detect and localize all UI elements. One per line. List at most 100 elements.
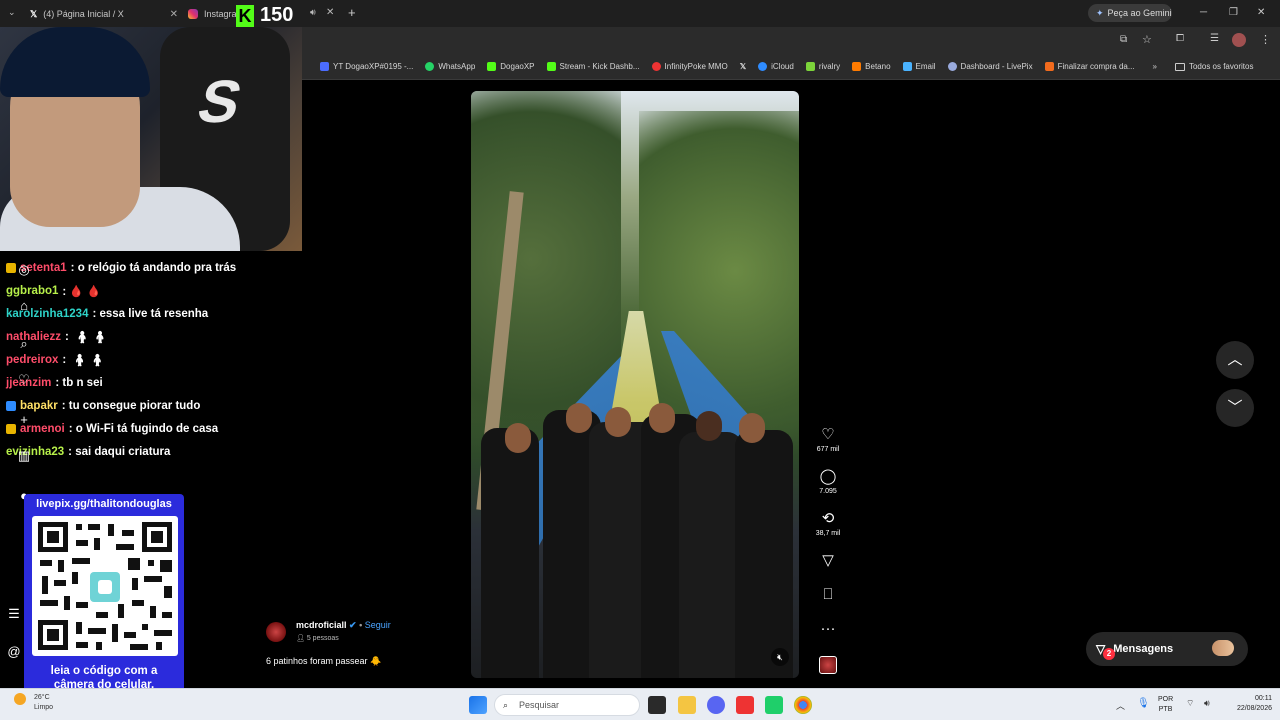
tray-chevron-icon[interactable]: ︿ (1116, 699, 1125, 712)
bookmark-kick-dashboard[interactable]: Stream - Kick Dashb... (546, 62, 640, 71)
file-explorer-icon[interactable] (678, 696, 696, 714)
bookmark-favicon-icon (320, 62, 329, 71)
chrome-icon[interactable] (794, 696, 812, 714)
bookmark-icon: ⎕ (823, 586, 833, 603)
author-avatar[interactable] (266, 622, 286, 642)
qr-caption-line: leia o código com a (50, 665, 158, 677)
viewer-counter: K 150 (236, 4, 293, 27)
audio-thumbnail[interactable] (810, 656, 846, 674)
qr-url: livepix.gg/thalitondouglas (36, 498, 172, 510)
folder-icon (1174, 62, 1185, 71)
audio-cover-icon (819, 656, 837, 674)
share-button[interactable]: ▽ (810, 552, 846, 570)
save-button[interactable]: ⎕ (810, 586, 846, 604)
windows-start-icon[interactable] (469, 696, 487, 714)
plus-icon[interactable]: + (14, 412, 34, 432)
search-placeholder: Pesquisar (519, 700, 560, 710)
threads-icon[interactable]: @ (4, 644, 24, 664)
comment-icon: ◯ (819, 468, 837, 485)
comment-button[interactable]: ◯ 7.095 (810, 468, 846, 495)
discord-icon[interactable] (707, 696, 725, 714)
browser-tab-bar: ⌄ 𝕏 (4) Página Inicial / X ✕ Instagram 🔊… (0, 0, 1280, 27)
bookmark-whatsapp[interactable]: WhatsApp (425, 62, 475, 71)
repost-button[interactable]: ⟲ 38,7 mil (810, 510, 846, 537)
bookmark-yt-dogaoxp[interactable]: YT DogaoXP#0195 -... (320, 62, 413, 71)
bookmark-infinitypoke[interactable]: InfinityPoke MMO (651, 62, 728, 71)
tab-x-label: (4) Página Inicial / X (43, 9, 124, 19)
stats-icon[interactable]: ▥ (14, 448, 34, 468)
bookmark-betano[interactable]: Betano (852, 62, 891, 71)
bookmark-finalizar-compra[interactable]: Finalizar compra da... (1044, 62, 1135, 71)
maximize-icon[interactable]: ❐ (1229, 7, 1238, 18)
new-tab-icon[interactable]: + (348, 5, 356, 20)
audience-line: 👤︎ 5 pessoas (296, 634, 339, 642)
like-button[interactable]: ♡ 677 mil (810, 426, 846, 453)
author-name[interactable]: mcdroficiall (296, 620, 347, 630)
repost-icon: ⟲ (821, 510, 835, 527)
extensions-icon[interactable]: ⧠ (1176, 33, 1184, 44)
clock[interactable]: 00:11 22/08/2026 (1237, 694, 1272, 714)
tab-x[interactable]: 𝕏 (4) Página Inicial / X ✕ (30, 3, 178, 25)
speaker-icon[interactable]: 🔊︎ (310, 7, 316, 18)
search-icon[interactable]: ⌕ (14, 336, 34, 356)
follow-button[interactable]: Seguir (365, 620, 391, 630)
bookmark-dogaoxp[interactable]: DogaoXP (487, 62, 535, 71)
like-count: 677 mil (816, 446, 840, 453)
app-icon[interactable] (765, 696, 783, 714)
windows-taskbar: 26°C Limpo ⌕ Pesquisar ︿ 🎙︎ POR PTB ⌔ 🔊︎… (0, 688, 1280, 720)
tab-search-chevron-icon[interactable]: ⌄ (8, 7, 16, 18)
more-bookmarks-chevron-icon[interactable]: » (1153, 62, 1157, 71)
pokeball-icon (651, 62, 661, 71)
weather-sun-icon (14, 693, 26, 705)
chat-message: nathaliezz : 🧍︎ 🧍︎ (0, 325, 300, 348)
recorder-icon[interactable] (736, 696, 754, 714)
reel-video[interactable]: 🔇︎ (471, 91, 799, 678)
instagram-logo-icon[interactable]: ◎ (14, 262, 34, 282)
chat-text: : o Wi-Fi tá fugindo de casa (68, 422, 219, 435)
language-indicator[interactable]: POR PTB (1158, 695, 1173, 715)
close-window-icon[interactable]: ✕ (1257, 7, 1265, 18)
previous-reel-button[interactable]: ︿ (1216, 341, 1254, 379)
minimize-icon[interactable]: ─ (1200, 7, 1207, 18)
chevron-up-icon: ︿ (1227, 351, 1243, 368)
close-tab-icon[interactable]: ✕ (326, 7, 334, 18)
video-person (605, 407, 631, 437)
star-icon[interactable]: ☆ (1142, 33, 1152, 46)
weather-widget[interactable]: 26°C Limpo (14, 693, 74, 713)
bookmark-x[interactable]: 𝕏 (740, 62, 746, 71)
heart-icon[interactable]: ♡ (14, 372, 34, 392)
bookmark-livepix[interactable]: Dashboard - LivePix (947, 62, 1033, 71)
all-favorites-folder[interactable]: Todos os favoritos (1174, 62, 1253, 71)
bookmarks-bar: YT DogaoXP#0195 -... WhatsApp DogaoXP St… (302, 54, 1280, 80)
more-options-button[interactable]: ··· (810, 620, 846, 638)
mute-toggle-icon[interactable]: 🔇︎ (771, 648, 789, 666)
chat-message: pedreirox : 🧍︎ 🧍︎ (0, 348, 300, 371)
audience-label: 5 pessoas (306, 635, 339, 642)
bookmark-email[interactable]: Email (902, 62, 936, 71)
volume-icon[interactable]: 🔊︎ (1204, 698, 1210, 709)
weather-desc: Limpo (34, 704, 54, 711)
messages-button[interactable]: ▽ 2 Mensagens (1086, 632, 1248, 666)
gemini-button[interactable]: ✦ Peça ao Gemini (1088, 4, 1172, 22)
comment-count: 7.095 (819, 488, 837, 495)
reading-list-icon[interactable]: ☰ (1210, 33, 1219, 44)
bookmark-icloud[interactable]: iCloud (758, 62, 794, 71)
home-icon[interactable]: ⌂ (14, 298, 34, 318)
next-reel-button[interactable]: ﹀ (1216, 389, 1254, 427)
kick-logo-icon: K (236, 4, 254, 27)
menu-icon[interactable]: ☰ (4, 606, 24, 626)
screen-cast-icon[interactable]: ⧉ (1120, 34, 1127, 45)
task-view-icon[interactable] (648, 696, 666, 714)
profile-avatar[interactable] (1232, 33, 1246, 47)
chat-message: setenta1 : o relógio tá andando pra trás (0, 256, 300, 279)
more-menu-icon[interactable]: ⋮ (1260, 33, 1271, 46)
taskbar-search[interactable]: ⌕ Pesquisar (494, 694, 640, 716)
message-avatars (1212, 640, 1234, 656)
bookmark-rivalry[interactable]: rivalry (805, 62, 840, 71)
whatsapp-icon (425, 62, 435, 71)
chat-text: : (62, 353, 67, 366)
chat-text: : tb n sei (55, 376, 103, 389)
close-tab-icon[interactable]: ✕ (170, 9, 178, 20)
microphone-icon[interactable]: 🎙︎ (1137, 698, 1150, 709)
wifi-icon[interactable]: ⌔ (1186, 698, 1194, 709)
